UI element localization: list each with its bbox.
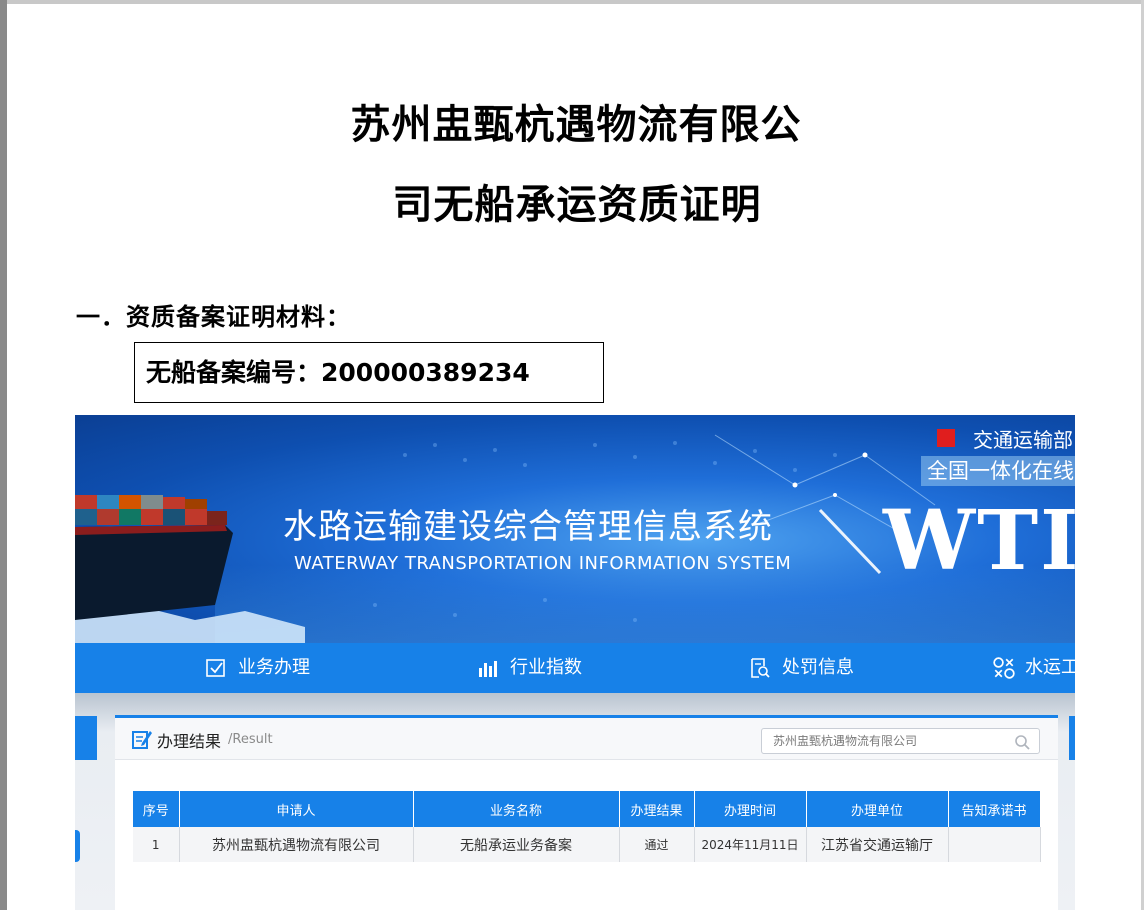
document-title-line-2: 司无船承运资质证明 [392,182,762,228]
column-header: 序号 [133,791,180,827]
column-header: 申请人 [179,791,414,827]
system-subtitle: WATERWAY TRANSPORTATION INFORMATION SYST… [294,553,792,574]
side-tab-left[interactable] [75,716,97,760]
nav-label: 行业指数 [510,657,582,678]
side-tab-left-lower[interactable] [75,830,80,862]
result-title-en: /Result [228,732,273,747]
cell-index: 1 [133,827,180,862]
cargo-ship [75,495,233,620]
main-nav: 业务办理 行业指数 处罚信息 水运工 [75,643,1075,693]
result-panel-header: 办理结果 /Result 苏州盅甄杭遇物流有限公司 [115,718,1058,760]
nav-label: 业务办理 [238,657,310,678]
document-search-icon [751,658,770,678]
search-icon[interactable] [1014,734,1030,750]
filing-number-box: 无船备案编号：200000389234 [134,342,604,403]
column-header: 办理结果 [619,791,695,827]
column-header: 办理时间 [694,791,807,827]
search-value: 苏州盅甄杭遇物流有限公司 [773,734,918,748]
filing-label: 无船备案编号： [146,358,322,387]
result-title: 办理结果 [157,732,222,751]
cell-date: 2024年11月11日 [694,827,807,862]
cell-business-name: 无船承运业务备案 [413,827,620,862]
side-tab-right[interactable] [1069,716,1075,760]
result-panel: 办理结果 /Result 苏州盅甄杭遇物流有限公司 序号 申请人 业务名称 办理… [115,715,1058,910]
result-table: 序号 申请人 业务名称 办理结果 办理时间 办理单位 告知承诺书 1 苏州盅甄杭… [133,791,1041,862]
page-edge-top [7,0,1144,4]
nav-label: 水运工 [1025,657,1075,678]
column-header: 告知承诺书 [948,791,1041,827]
cell-commitment[interactable] [948,827,1041,862]
document-title-line-1: 苏州盅甄杭遇物流有限公 [350,102,802,148]
cell-applicant: 苏州盅甄杭遇物流有限公司 [179,827,414,862]
search-input[interactable]: 苏州盅甄杭遇物流有限公司 [761,728,1040,754]
column-header: 办理单位 [806,791,949,827]
light-streak [818,508,882,575]
ministry-mark [937,429,955,447]
system-abbr: WTIS [883,493,1075,589]
edit-note-icon [132,731,152,749]
cell-result: 通过 [619,827,695,862]
section-heading: 一．资质备案证明材料： [76,303,351,331]
checkbox-form-icon [206,659,225,677]
filing-number: 200000389234 [321,358,530,387]
ministry-text: 交通运输部 [973,428,1073,452]
nav-label: 处罚信息 [782,657,854,678]
portal-banner: 交通运输部 全国一体化在线 水路运输建设综合管理信息系统 WATERWAY TR… [75,415,1075,643]
portal-screenshot: 交通运输部 全国一体化在线 水路运输建设综合管理信息系统 WATERWAY TR… [75,415,1075,910]
table-row[interactable]: 1 苏州盅甄杭遇物流有限公司 无船承运业务备案 通过 2024年11月11日 江… [133,827,1041,862]
table-header-row: 序号 申请人 业务名称 办理结果 办理时间 办理单位 告知承诺书 [133,791,1041,827]
column-header: 业务名称 [413,791,620,827]
bar-chart-icon [479,661,497,677]
cell-authority: 江苏省交通运输厅 [806,827,949,862]
online-service-tag: 全国一体化在线 [921,456,1075,486]
system-title: 水路运输建设综合管理信息系统 [283,507,773,547]
tools-icon [993,657,1015,679]
